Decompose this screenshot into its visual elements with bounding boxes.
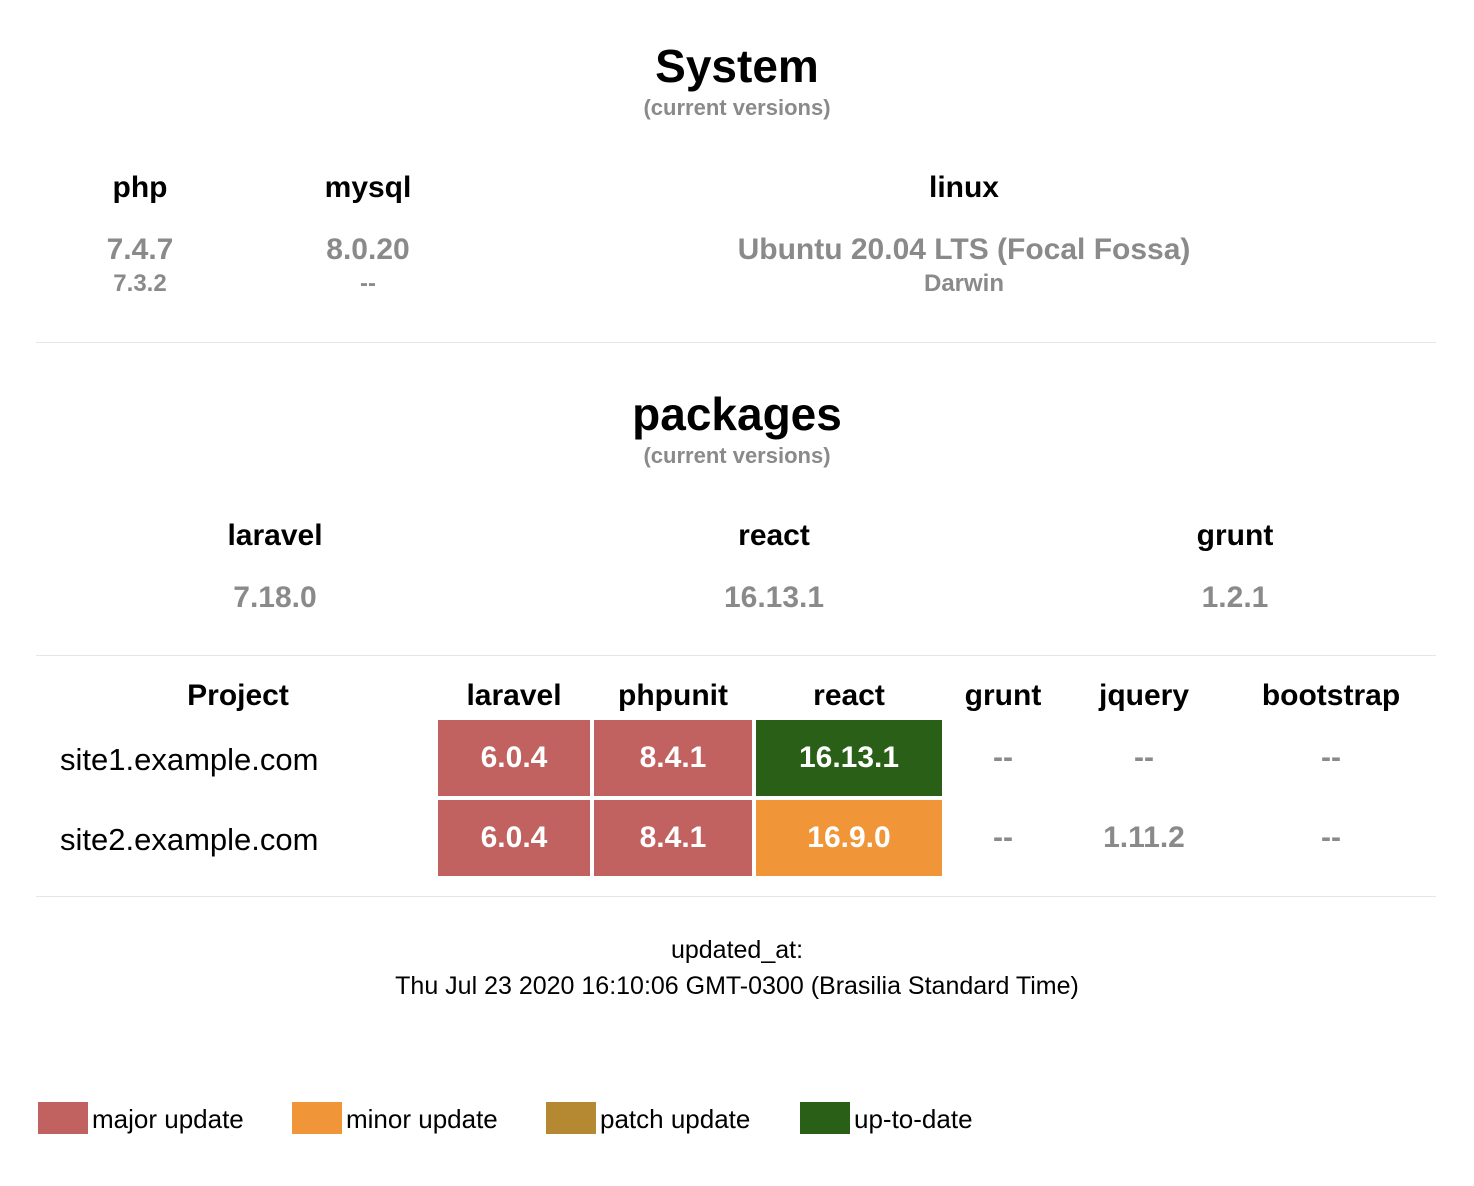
system-title: System [655, 40, 819, 92]
package-version: 1.2.1 [1201, 581, 1269, 614]
system-col-value: Ubuntu 20.04 LTS (Focal Fossa) [737, 233, 1191, 266]
legend-label: up-to-date [854, 1104, 973, 1134]
package-version: 7.18.0 [233, 581, 317, 614]
version-cell-jquery: 1.11.2 [1103, 821, 1185, 854]
package-name: grunt [1196, 519, 1274, 552]
system-col-secondary: -- [360, 270, 376, 297]
legend-label: minor update [346, 1104, 498, 1134]
divider [36, 896, 1436, 897]
legend-swatch [38, 1102, 88, 1134]
packages-col-laravel: laravel 7.18.0 [125, 518, 425, 616]
legend-swatch [292, 1102, 342, 1134]
version-cell-react: 16.9.0 [756, 800, 942, 876]
divider [36, 342, 1436, 343]
system-col-secondary: 7.3.2 [113, 270, 167, 297]
version-cell-bootstrap: -- [1321, 821, 1341, 854]
system-col-value: 7.4.7 [106, 233, 174, 266]
version-cell-phpunit: 8.4.1 [594, 800, 752, 876]
system-col-linux: linux Ubuntu 20.04 LTS (Focal Fossa) Dar… [600, 170, 1328, 298]
system-col-name: mysql [324, 171, 412, 204]
table-header-jquery: jquery [1098, 679, 1190, 712]
version-cell-grunt: -- [993, 821, 1013, 854]
system-col-mysql: mysql 8.0.20 -- [268, 170, 468, 298]
packages-subtitle: (current versions) [643, 443, 831, 468]
updated-at-value: Thu Jul 23 2020 16:10:06 GMT-0300 (Brasi… [395, 972, 1079, 1000]
version-cell-jquery: -- [1134, 741, 1154, 774]
package-name: laravel [227, 519, 323, 552]
system-col-secondary: Darwin [923, 270, 1004, 297]
packages-title: packages [632, 388, 842, 440]
packages-col-react: react 16.13.1 [624, 518, 924, 616]
legend-label: major update [92, 1104, 244, 1134]
legend-swatch [546, 1102, 596, 1134]
version-cell-laravel: 6.0.4 [438, 800, 590, 876]
table-header-bootstrap: bootstrap [1261, 679, 1401, 712]
packages-col-grunt: grunt 1.2.1 [1085, 518, 1385, 616]
version-cell-phpunit: 8.4.1 [594, 720, 752, 796]
table-header-laravel: laravel [466, 679, 562, 712]
project-name: site2.example.com [60, 822, 319, 857]
package-version: 16.13.1 [723, 581, 825, 614]
system-col-php: php 7.4.7 7.3.2 [40, 170, 240, 298]
divider [36, 655, 1436, 656]
project-name: site1.example.com [60, 742, 319, 777]
system-col-name: linux [928, 171, 999, 204]
system-col-name: php [112, 171, 168, 204]
package-name: react [738, 519, 810, 552]
legend-swatch [800, 1102, 850, 1134]
version-cell-bootstrap: -- [1321, 741, 1341, 774]
version-cell-grunt: -- [993, 741, 1013, 774]
legend-label: patch update [600, 1104, 751, 1134]
table-header-grunt: grunt [964, 679, 1042, 712]
version-cell-react: 16.13.1 [756, 720, 942, 796]
table-header-react: react [813, 679, 885, 712]
updated-at-label: updated_at: [670, 936, 804, 964]
table-header-phpunit: phpunit [618, 679, 728, 712]
table-header-project: Project [187, 679, 289, 712]
version-cell-laravel: 6.0.4 [438, 720, 590, 796]
system-subtitle: (current versions) [643, 95, 831, 120]
system-col-value: 8.0.20 [326, 233, 410, 266]
